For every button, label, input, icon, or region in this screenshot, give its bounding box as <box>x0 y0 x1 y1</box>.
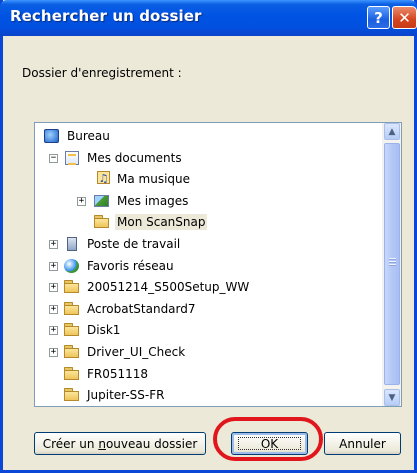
scroll-up-button[interactable]: ▲ <box>384 123 400 140</box>
folder-icon <box>93 214 111 230</box>
help-button[interactable]: ? <box>367 6 390 29</box>
network-icon <box>63 258 81 274</box>
expand-icon[interactable]: + <box>49 348 58 357</box>
vertical-scrollbar[interactable]: ▲ ▼ <box>382 123 401 406</box>
cancel-label: Annuler <box>339 436 386 451</box>
pictures-folder-icon <box>93 193 111 209</box>
destination-label: Dossier d'enregistrement : <box>22 66 182 80</box>
tree-item-label: Ma musique <box>117 172 191 187</box>
tree-item[interactable]: Mes documents <box>63 148 184 168</box>
tree-item[interactable]: Jupiter-SS-FR <box>63 385 166 405</box>
close-button[interactable]: ✕ <box>392 6 417 29</box>
tree-item-label: FR051118 <box>87 366 149 381</box>
chevron-down-icon: ▼ <box>388 392 396 403</box>
scrollbar-thumb[interactable] <box>384 143 400 385</box>
tree-item[interactable]: Bureau <box>43 126 112 146</box>
focus-rect <box>238 437 301 450</box>
expand-icon[interactable]: + <box>49 261 58 271</box>
tree-item[interactable]: Mon ScanSnap <box>93 212 208 232</box>
collapse-icon[interactable]: − <box>49 153 58 163</box>
tree-item-label: Mes documents <box>87 150 182 165</box>
grip-line <box>389 261 396 263</box>
music-folder-icon <box>93 171 111 187</box>
tree-item-label: 20051214_S500Setup_WW <box>87 280 250 295</box>
tree-item-label: Mes images <box>117 193 189 208</box>
new-folder-label-prefix: Créer un <box>42 436 99 451</box>
desktop-icon <box>43 128 61 144</box>
help-icon: ? <box>374 8 383 27</box>
grip-line <box>389 258 396 260</box>
ok-button[interactable]: OK <box>231 432 308 455</box>
tree-item[interactable]: Disk1 <box>63 320 122 340</box>
window-title: Rechercher un dossier <box>10 7 202 25</box>
scroll-down-button[interactable]: ▼ <box>384 389 400 406</box>
grip-line <box>389 264 396 266</box>
folder-icon <box>63 366 81 382</box>
tree-item[interactable]: AcrobatStandard7 <box>63 299 198 319</box>
tree-item[interactable]: 20051214_S500Setup_WW <box>63 277 251 297</box>
expand-icon[interactable]: + <box>49 304 58 314</box>
folder-tree[interactable]: Bureau− Mes documents Ma musique + Mes image… <box>34 122 402 407</box>
tree-item-label: Disk1 <box>87 323 121 338</box>
tree-item-label: Bureau <box>67 129 110 143</box>
tree-item-label: AcrobatStandard7 <box>87 301 196 316</box>
folder-icon <box>63 301 81 317</box>
tree-item-label: Mon ScanSnap <box>115 214 208 231</box>
tree-item[interactable]: Poste de travail <box>63 234 182 254</box>
new-folder-button[interactable]: Créer un n ouveau dossier <box>34 432 206 455</box>
cancel-button[interactable]: Annuler <box>324 432 401 455</box>
close-icon: ✕ <box>398 8 411 27</box>
my-documents-icon <box>63 150 81 166</box>
new-folder-label-suffix: ouveau dossier <box>105 436 198 451</box>
tree-item-label: Jupiter-SS-FR <box>87 388 165 403</box>
folder-icon <box>63 279 81 295</box>
tree-item[interactable]: Mes images <box>93 191 190 211</box>
expand-icon[interactable]: + <box>49 283 58 293</box>
tree-item-label: Driver_UI_Check <box>87 345 186 359</box>
expand-icon[interactable]: + <box>77 196 86 206</box>
new-folder-mnemonic: n <box>98 436 106 451</box>
folder-icon <box>63 322 81 338</box>
expand-icon[interactable]: + <box>49 326 58 336</box>
folder-icon <box>63 387 81 403</box>
tree-item[interactable]: Ma musique <box>93 169 192 189</box>
folder-tree-list: Bureau− Mes documents Ma musique + Mes image… <box>35 123 383 406</box>
tree-item[interactable]: Favoris réseau <box>63 256 176 276</box>
chevron-up-icon: ▲ <box>388 126 396 137</box>
computer-icon <box>63 236 81 252</box>
tree-item[interactable]: Driver_UI_Check <box>63 342 187 362</box>
expand-icon[interactable]: + <box>49 240 58 249</box>
folder-icon <box>63 344 81 360</box>
tree-item-label: Favoris réseau <box>87 258 174 273</box>
tree-item-label: Poste de travail <box>87 237 181 251</box>
title-bar[interactable]: Rechercher un dossier ? ✕ <box>0 0 417 36</box>
tree-item[interactable]: FR051118 <box>63 364 150 384</box>
